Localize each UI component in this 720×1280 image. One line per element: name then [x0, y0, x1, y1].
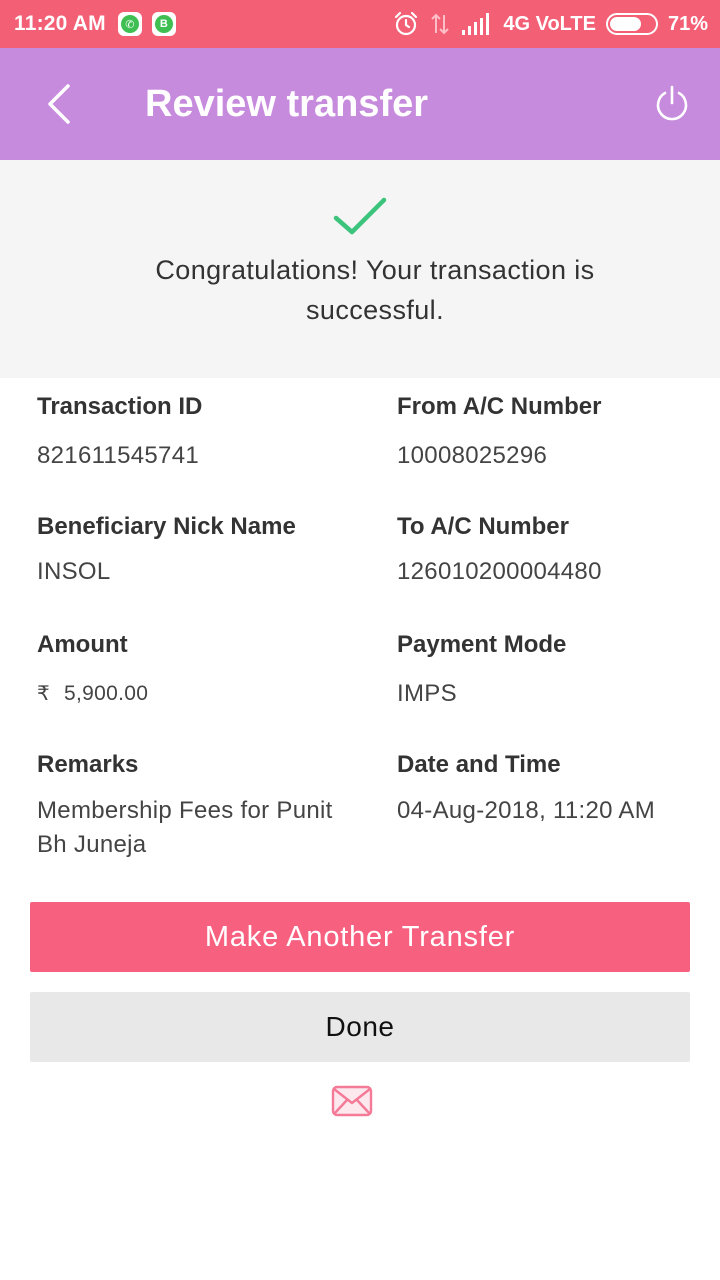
- success-message: Congratulations! Your transaction is suc…: [155, 255, 595, 325]
- remarks-cell: Remarks Membership Fees for Punit Bh Jun…: [37, 750, 357, 862]
- status-bar: 11:20 AM ✆ B 4G VoLTE 71%: [0, 0, 720, 48]
- beneficiary-value: INSOL: [37, 558, 111, 585]
- datetime-label: Date and Time: [397, 751, 561, 778]
- from-ac-label: From A/C Number: [397, 393, 602, 420]
- status-time: 11:20 AM: [14, 12, 106, 35]
- beneficiary-cell: Beneficiary Nick Name INSOL: [37, 512, 357, 589]
- battery-percent: 71%: [667, 12, 708, 35]
- to-ac-label: To A/C Number: [397, 513, 569, 540]
- datetime-value: 04-Aug-2018, 11:20 AM: [397, 797, 656, 824]
- amount-cell: Amount ₹5,900.00: [37, 630, 357, 711]
- make-another-transfer-button[interactable]: Make Another Transfer: [30, 902, 690, 972]
- remarks-value: Membership Fees for Punit Bh Juneja: [37, 797, 333, 858]
- network-label: 4G VoLTE: [503, 12, 596, 35]
- chevron-left-icon: [48, 84, 70, 124]
- signal-icon: [462, 13, 490, 35]
- to-ac-cell: To A/C Number 126010200004480: [397, 512, 717, 589]
- data-arrows-icon: [431, 13, 450, 35]
- from-ac-value: 10008025296: [397, 442, 548, 469]
- battery-icon: [605, 13, 658, 35]
- logout-button[interactable]: [648, 78, 696, 130]
- whatsapp-business-icon: B: [151, 12, 176, 36]
- amount-value: ₹5,900.00: [37, 677, 357, 711]
- amount-label: Amount: [37, 631, 128, 658]
- battery-fill: [609, 17, 642, 31]
- done-button[interactable]: Done: [30, 992, 690, 1062]
- transaction-id-value: 821611545741: [37, 442, 199, 469]
- payment-mode-value: IMPS: [397, 680, 457, 707]
- app-bar: Review transfer: [0, 48, 720, 160]
- page-title: Review transfer: [145, 83, 429, 125]
- alarm-icon: [395, 11, 418, 36]
- payment-mode-label: Payment Mode: [397, 631, 567, 658]
- payment-mode-cell: Payment Mode IMPS: [397, 630, 717, 711]
- from-ac-cell: From A/C Number 10008025296: [397, 392, 717, 473]
- transaction-id-label: Transaction ID: [37, 393, 203, 420]
- rupee-symbol: ₹: [37, 683, 51, 705]
- back-button[interactable]: [30, 70, 86, 138]
- power-icon: [656, 85, 688, 121]
- remarks-label: Remarks: [37, 751, 139, 778]
- to-ac-value: 126010200004480: [397, 558, 602, 585]
- success-panel: Congratulations! Your transaction is suc…: [0, 160, 720, 378]
- mail-icon: [331, 1085, 373, 1117]
- amount-number: 5,900.00: [64, 682, 149, 705]
- whatsapp-icon: ✆: [117, 12, 142, 36]
- datetime-cell: Date and Time 04-Aug-2018, 11:20 AM: [397, 750, 717, 828]
- transaction-id-cell: Transaction ID 821611545741: [37, 392, 357, 473]
- status-right: 4G VoLTE 71%: [393, 0, 708, 48]
- status-left: 11:20 AM ✆ B: [14, 0, 176, 48]
- email-receipt-button[interactable]: [330, 1084, 374, 1118]
- check-icon: [333, 197, 387, 235]
- beneficiary-label: Beneficiary Nick Name: [37, 513, 296, 540]
